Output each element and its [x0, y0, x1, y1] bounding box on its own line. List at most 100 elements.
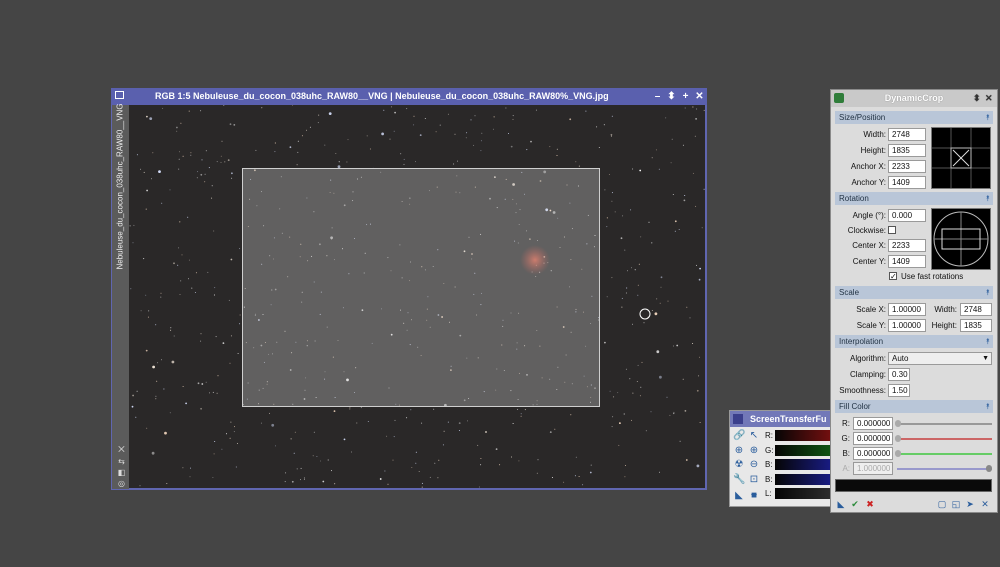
section-interpolation[interactable]: Interpolation ⯭ [835, 335, 993, 348]
image-window[interactable]: RGB 1:5 Nebuleuse_du_cocon_038uhc_RAW80_… [111, 88, 707, 490]
collapse-icon[interactable]: ⯭ [985, 192, 990, 205]
fill-b-field[interactable]: 0.000000 [853, 447, 893, 460]
center-y-field[interactable]: 1409 [888, 255, 926, 268]
stf-channel-histogram[interactable] [775, 430, 834, 441]
rotation-preview[interactable] [931, 208, 991, 270]
image-window-titlebar[interactable]: RGB 1:5 Nebuleuse_du_cocon_038uhc_RAW80_… [111, 88, 707, 105]
section-title: Interpolation [839, 337, 884, 346]
new-instance-icon[interactable]: ◣ [733, 490, 745, 502]
star [148, 310, 150, 312]
fill-a-field[interactable]: 1.000000 [853, 462, 893, 475]
star [556, 148, 558, 150]
scale-height-field[interactable]: 1835 [960, 319, 992, 332]
anchor-x-field[interactable]: 2233 [888, 160, 926, 173]
fill-r-field[interactable]: 0.000000 [853, 417, 893, 430]
close-icon[interactable]: ✕ [985, 90, 993, 107]
stf-channel-row[interactable]: ↔ L: [730, 487, 834, 501]
star [360, 407, 362, 409]
view-tool-icon[interactable]: ⨉ [117, 445, 126, 454]
star [696, 464, 700, 468]
fill-r-handle[interactable] [895, 420, 901, 427]
collapse-icon[interactable]: ⯭ [985, 286, 990, 299]
section-scale[interactable]: Scale ⯭ [835, 286, 993, 299]
mask-icon[interactable]: ◧ [117, 468, 126, 477]
link-icon[interactable]: 🔗 [733, 430, 745, 442]
section-fill-color[interactable]: Fill Color ⯭ [835, 400, 993, 413]
clockwise-label: Clockwise: [847, 226, 886, 235]
clamping-field[interactable]: 0.30 [888, 368, 910, 381]
apply-global-icon[interactable]: ■ [748, 490, 760, 502]
star [135, 416, 137, 418]
scale-width-label: Width: [934, 305, 957, 314]
rotation-center-marker[interactable] [639, 308, 651, 320]
star [467, 420, 468, 422]
clockwise-checkbox[interactable] [888, 226, 896, 234]
section-size-position[interactable]: Size/Position ⯭ [835, 111, 993, 124]
shade-icon[interactable]: ⬍ [666, 91, 677, 102]
stf-channel-row[interactable]: ☢ ⊖ B: [730, 458, 834, 472]
auto-stretch-icon[interactable]: ⊡ [748, 474, 760, 486]
window-icon[interactable] [115, 91, 124, 99]
image-canvas[interactable] [129, 105, 705, 488]
minimize-icon[interactable]: – [652, 91, 663, 102]
fill-g-slider[interactable] [897, 438, 992, 440]
smoothness-field[interactable]: 1.50 [888, 384, 910, 397]
dc-titlebar[interactable]: DynamicCrop ⬍ ✕ [831, 90, 997, 107]
execute-icon[interactable]: ✔ [850, 499, 860, 509]
chevron-down-icon[interactable]: ▼ [982, 353, 989, 364]
stf-channel-histogram[interactable] [775, 444, 834, 456]
anchor-preview[interactable] [931, 127, 991, 189]
stf-channel-row[interactable]: 🔗 ↖ R: [730, 429, 834, 443]
fill-a-slider[interactable] [897, 468, 992, 470]
center-x-field[interactable]: 2233 [888, 239, 926, 252]
scale-x-field[interactable]: 1.00000 [888, 303, 926, 316]
new-instance-icon[interactable]: ◣ [836, 499, 846, 509]
collapse-icon[interactable]: ⯭ [985, 335, 990, 348]
maximize-icon[interactable]: + [680, 91, 691, 102]
stf-channel-histogram[interactable] [775, 488, 834, 499]
fill-g-field[interactable]: 0.000000 [853, 432, 893, 445]
document-icon[interactable]: ▢ [937, 499, 947, 509]
zoom-out-icon[interactable]: ⊖ [748, 459, 760, 471]
star [701, 227, 703, 229]
stf-channel-row[interactable]: 🔧 ⊡ B: [730, 473, 834, 487]
algorithm-select[interactable]: Auto ▼ [888, 352, 992, 365]
target-icon[interactable]: ◎ [117, 479, 126, 488]
scale-y-field[interactable]: 1.00000 [888, 319, 926, 332]
screen-transfer-panel[interactable]: ScreenTransferFu 🔗 ↖ R: ⊕ ⊕ G: ☢ ⊖ B: 🔧 ⊡ B: ↔ L: ◣ ■ [729, 410, 835, 507]
view-side-tab[interactable]: Nebuleuse_du_cocon_038uhc_RAW80__VNG ⨉ ⇆… [112, 103, 129, 489]
stf-channel-histogram[interactable] [775, 459, 834, 470]
zoom-in-icon[interactable]: ⊕ [733, 445, 745, 457]
star [143, 171, 145, 173]
stf-channel-histogram[interactable] [775, 473, 834, 485]
close-icon[interactable]: ✕ [694, 91, 705, 102]
fill-b-slider[interactable] [897, 453, 992, 455]
angle-field[interactable]: 0.000 [888, 209, 926, 222]
collapse-icon[interactable]: ⯭ [985, 400, 990, 413]
browse-icon[interactable]: ◱ [951, 499, 961, 509]
fill-g-handle[interactable] [895, 435, 901, 442]
dynamic-crop-panel[interactable]: DynamicCrop ⬍ ✕ Size/Position ⯭ Width: 2… [830, 89, 998, 513]
stf-channel-row[interactable]: ⊕ ⊕ G: [730, 444, 834, 458]
section-rotation[interactable]: Rotation ⯭ [835, 192, 993, 205]
height-field[interactable]: 1835 [888, 144, 926, 157]
fill-b-handle[interactable] [895, 450, 901, 457]
link-icon[interactable]: ⇆ [117, 457, 126, 466]
crop-rectangle[interactable] [242, 168, 600, 407]
fast-rotations-checkbox[interactable]: ✓ [889, 272, 897, 281]
width-field[interactable]: 2748 [888, 128, 926, 141]
pointer-icon[interactable]: ↖ [748, 430, 760, 442]
fill-r-slider[interactable] [897, 423, 992, 425]
collapse-icon[interactable]: ⯭ [985, 111, 990, 124]
cancel-icon[interactable]: ✖ [865, 499, 875, 509]
reset-icon[interactable]: ✕ [980, 499, 990, 509]
radiation-icon[interactable]: ☢ [733, 459, 745, 471]
preview-icon[interactable]: ➤ [965, 499, 975, 509]
wrench-icon[interactable]: 🔧 [733, 474, 745, 486]
shade-icon[interactable]: ⬍ [973, 90, 981, 107]
anchor-y-field[interactable]: 1409 [888, 176, 926, 189]
zoom-in-icon[interactable]: ⊕ [748, 445, 760, 457]
fill-a-handle[interactable] [986, 465, 992, 472]
scale-width-field[interactable]: 2748 [960, 303, 992, 316]
stf-titlebar[interactable]: ScreenTransferFu [730, 411, 834, 427]
